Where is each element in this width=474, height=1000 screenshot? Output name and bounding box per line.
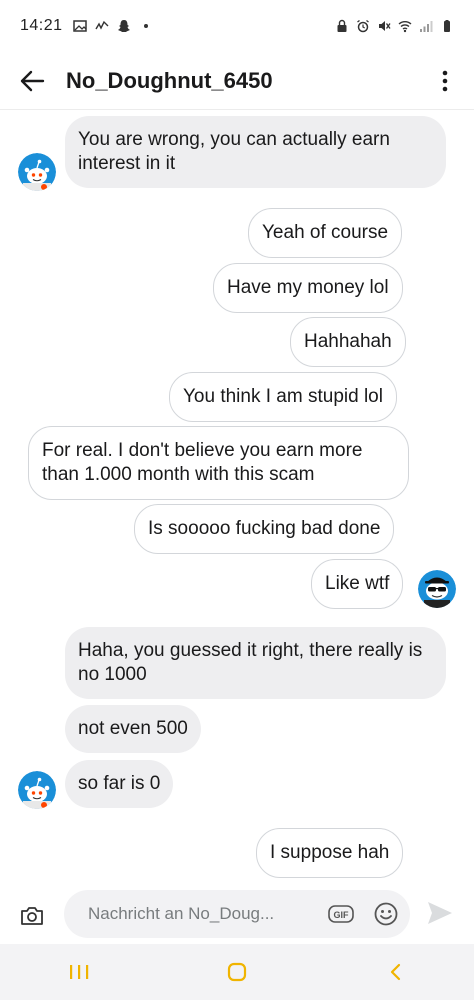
more-options-button[interactable] [430,61,460,101]
wifi-icon [398,21,412,33]
message-bubble-outgoing[interactable]: For real. I don't believe you earn more … [28,426,409,500]
lock-icon [337,19,347,32]
system-nav-bar [0,944,474,1000]
gif-label: GIF [334,910,350,920]
sender-avatar[interactable] [18,153,56,191]
home-button[interactable] [207,952,267,992]
snoo-avatar-icon [18,771,56,809]
message-input[interactable] [88,904,298,924]
chat-header: No_Doughnut_6450 [0,52,474,110]
message-bubble-outgoing[interactable]: Have my money lol [213,263,403,313]
snoo-sunglasses-avatar-icon [418,570,456,608]
recent-apps-button[interactable] [49,952,109,992]
own-avatar[interactable] [418,570,456,608]
message-bubble-incoming[interactable]: You are wrong, you can actually earn int… [65,116,446,188]
alarm-icon [357,19,369,33]
message-composer: GIF [0,888,474,944]
message-bubble-outgoing[interactable]: You think I am stupid lol [169,372,397,422]
message-bubble-outgoing[interactable]: Yeah of course [248,208,403,258]
message-list[interactable]: You are wrong, you can actually earn int… [0,110,474,888]
back-nav-button[interactable] [365,952,425,992]
message-bubble-incoming[interactable]: so far is 0 [65,760,174,808]
sender-avatar[interactable] [18,771,56,809]
message-bubble-incoming[interactable]: not even 500 [65,705,201,753]
gif-button[interactable]: GIF [328,902,354,926]
message-input-wrapper[interactable]: GIF [64,890,410,938]
camera-button[interactable] [15,899,49,933]
message-bubble-incoming[interactable]: Haha, you guessed it right, there really… [65,627,446,699]
emoji-button[interactable] [373,901,399,927]
snoo-avatar-icon [18,153,56,191]
camera-icon [21,907,43,925]
mute-icon [379,21,391,31]
vertical-dots-icon [442,70,448,91]
chevron-left-icon [390,963,401,981]
recent-apps-icon [70,965,89,979]
send-arrow-icon [428,902,452,924]
snapchat-icon [117,20,130,32]
signal-icon [420,21,433,32]
home-icon [227,962,247,982]
status-time: 14:21 [20,17,63,34]
chat-title[interactable]: No_Doughnut_6450 [66,68,273,94]
status-bar: 14:21 [0,0,474,52]
smiley-icon [374,902,398,926]
message-bubble-outgoing[interactable]: Hahhahah [290,317,406,367]
message-bubble-outgoing[interactable]: Is sooooo fucking bad done [134,504,395,554]
battery-icon [444,20,450,32]
activity-icon [94,20,109,30]
back-button[interactable] [12,61,52,101]
gif-icon: GIF [328,905,354,923]
message-bubble-outgoing[interactable]: I suppose hah [256,828,404,878]
send-button[interactable] [426,900,454,928]
message-bubble-outgoing[interactable]: Like wtf [311,559,404,609]
arrow-left-icon [20,70,45,91]
dot-icon [143,24,148,28]
gallery-icon [72,20,87,32]
